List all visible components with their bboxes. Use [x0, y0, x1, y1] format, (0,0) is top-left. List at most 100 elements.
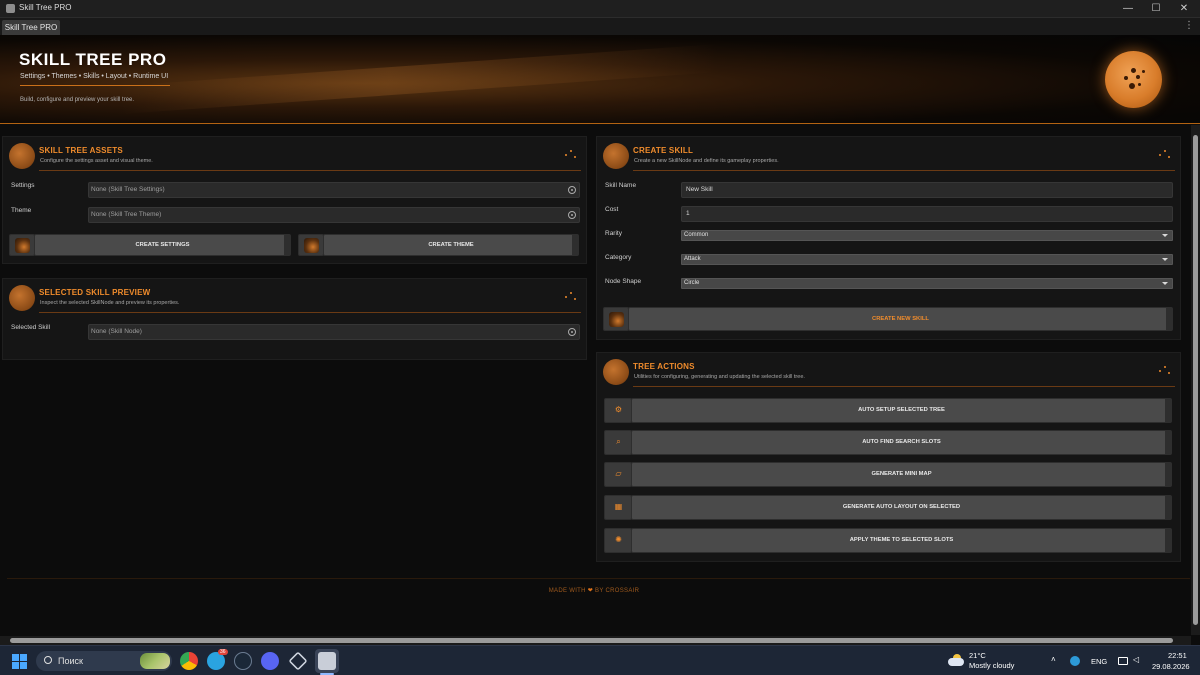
- create-skill-panel: CREATE SKILL Create a new SkillNode and …: [596, 136, 1181, 340]
- apply-theme-to-slots-button[interactable]: APPLY THEME TO SELECTED SLOTS: [631, 528, 1172, 553]
- sparkle-icon: [565, 290, 579, 302]
- preview-panel-description: Inspect the selected SkillNode and previ…: [40, 300, 180, 306]
- made-with-text: MADE WITH: [548, 588, 586, 594]
- auto-find-icon-button[interactable]: ⌕: [604, 430, 632, 455]
- footer-credit: MADE WITH ❤ BY CROSSAIR: [0, 587, 1188, 594]
- object-picker-icon[interactable]: [568, 328, 576, 336]
- tree-actions-badge-icon: [603, 359, 629, 385]
- create-new-skill-label: CREATE NEW SKILL: [872, 316, 929, 322]
- steam-icon[interactable]: [234, 652, 252, 670]
- minimize-button[interactable]: —: [1116, 2, 1140, 16]
- language-indicator[interactable]: ENG: [1091, 657, 1107, 666]
- theme-field-value: None (Skill Tree Theme): [91, 211, 162, 218]
- create-settings-button[interactable]: CREATE SETTINGS: [34, 234, 291, 256]
- action-label: AUTO SETUP SELECTED TREE: [858, 407, 945, 413]
- clock-time[interactable]: 22:51: [1168, 651, 1187, 660]
- sparkle-icon: [565, 148, 579, 160]
- skill-name-input[interactable]: New Skill: [681, 182, 1173, 198]
- action-label: GENERATE MINI MAP: [871, 471, 932, 477]
- divider: [633, 386, 1175, 387]
- selected-skill-object-field[interactable]: None (Skill Node): [88, 324, 580, 340]
- settings-object-field[interactable]: None (Skill Tree Settings): [88, 182, 580, 198]
- theme-object-field[interactable]: None (Skill Tree Theme): [88, 207, 580, 223]
- sparkle-icon: [1159, 148, 1173, 160]
- skill-tree-logo-icon: [1105, 51, 1162, 108]
- vertical-scroll-thumb[interactable]: [1193, 135, 1198, 625]
- rarity-select[interactable]: Common: [681, 230, 1173, 241]
- rarity-label: Rarity: [605, 230, 622, 237]
- network-icon[interactable]: [1118, 657, 1128, 665]
- create-skill-badge-icon: [603, 143, 629, 169]
- preview-panel-title: SELECTED SKILL PREVIEW: [39, 288, 151, 297]
- object-picker-icon[interactable]: [568, 186, 576, 194]
- assets-panel-title: SKILL TREE ASSETS: [39, 146, 123, 155]
- mini-map-icon-button[interactable]: ▱: [604, 462, 632, 487]
- horizontal-scroll-thumb[interactable]: [10, 638, 1173, 643]
- sparkle-icon: [1159, 364, 1173, 376]
- telegram-icon[interactable]: 36: [207, 649, 228, 670]
- heart-icon: ❤: [587, 588, 594, 594]
- skill-name-label: Skill Name: [605, 182, 637, 189]
- windows-taskbar: Поиск 36 21°C Mostly cloudy ˄ ENG ◁ 22:5…: [0, 645, 1200, 675]
- create-settings-icon-button[interactable]: [9, 234, 35, 256]
- tree-actions-panel: TREE ACTIONS Utilities for configuring, …: [596, 352, 1181, 562]
- cost-label: Cost: [605, 206, 619, 213]
- horizontal-scrollbar[interactable]: [0, 636, 1191, 645]
- unity-editor-icon[interactable]: [318, 652, 336, 670]
- footer-divider: [7, 578, 1190, 579]
- search-placeholder: Поиск: [58, 656, 83, 666]
- settings-field-value: None (Skill Tree Settings): [91, 186, 165, 193]
- weather-condition: Mostly cloudy: [969, 661, 1015, 670]
- create-theme-button[interactable]: CREATE THEME: [323, 234, 579, 256]
- generate-auto-layout-button[interactable]: GENERATE AUTO LAYOUT ON SELECTED: [631, 495, 1172, 520]
- unity-hub-icon[interactable]: [288, 651, 308, 671]
- tray-overflow-chevron-icon[interactable]: ˄: [1051, 655, 1056, 664]
- auto-layout-icon-button[interactable]: ▦: [604, 495, 632, 520]
- taskbar-search[interactable]: Поиск: [36, 651, 172, 671]
- maximize-button[interactable]: ☐: [1144, 2, 1168, 16]
- search-icon: ⌕: [616, 437, 621, 446]
- preview-badge-icon: [9, 285, 35, 311]
- discord-icon[interactable]: [261, 652, 279, 670]
- create-new-skill-icon-button[interactable]: [603, 307, 629, 331]
- selected-skill-preview-panel: SELECTED SKILL PREVIEW Inspect the selec…: [2, 278, 587, 360]
- volume-icon[interactable]: ◁: [1133, 655, 1139, 664]
- auto-setup-icon-button[interactable]: ⚙: [604, 398, 632, 423]
- tree-actions-description: Utilities for configuring, generating an…: [634, 374, 805, 380]
- object-picker-icon[interactable]: [568, 211, 576, 219]
- search-icon: [44, 656, 52, 664]
- search-highlight-image: [140, 653, 170, 669]
- author-text: BY CROSSAIR: [595, 588, 640, 594]
- gear-icon: ⚙: [614, 405, 623, 414]
- create-new-skill-button[interactable]: CREATE NEW SKILL: [628, 307, 1173, 331]
- divider: [633, 170, 1175, 171]
- apply-theme-icon-button[interactable]: ✺: [604, 528, 632, 553]
- auto-find-search-slots-button[interactable]: AUTO FIND SEARCH SLOTS: [631, 430, 1172, 455]
- windows-start-icon[interactable]: [12, 654, 27, 669]
- divider: [39, 170, 581, 171]
- node-shape-select[interactable]: Circle: [681, 278, 1173, 289]
- breadcrumb: Settings • Themes • Skills • Layout • Ru…: [20, 73, 169, 80]
- tab-skill-tree-pro[interactable]: Skill Tree PRO: [2, 20, 60, 35]
- telegram-badge: 36: [218, 649, 228, 655]
- skill-node-icon: [304, 238, 319, 253]
- cost-input[interactable]: 1: [681, 206, 1173, 222]
- grid-icon: ▦: [614, 502, 623, 511]
- header-banner: SKILL TREE PRO Settings • Themes • Skill…: [0, 35, 1200, 124]
- tab-menu-icon[interactable]: ⋮: [1184, 20, 1194, 31]
- chrome-icon[interactable]: [180, 652, 198, 670]
- editor-tab-strip: Skill Tree PRO ⋮: [0, 18, 1200, 35]
- create-settings-label: CREATE SETTINGS: [135, 242, 190, 248]
- node-shape-value: Circle: [684, 280, 700, 286]
- category-select[interactable]: Attack: [681, 254, 1173, 265]
- clock-date[interactable]: 29.08.2026: [1152, 662, 1190, 671]
- generate-mini-map-button[interactable]: GENERATE MINI MAP: [631, 462, 1172, 487]
- auto-setup-selected-tree-button[interactable]: AUTO SETUP SELECTED TREE: [631, 398, 1172, 423]
- vertical-scrollbar[interactable]: [1191, 125, 1200, 635]
- tray-app-icon[interactable]: [1070, 656, 1080, 666]
- close-button[interactable]: ✕: [1172, 2, 1196, 16]
- create-theme-icon-button[interactable]: [298, 234, 324, 256]
- temperature: 21°C: [969, 651, 986, 660]
- action-label: AUTO FIND SEARCH SLOTS: [862, 439, 941, 445]
- divider: [39, 312, 581, 313]
